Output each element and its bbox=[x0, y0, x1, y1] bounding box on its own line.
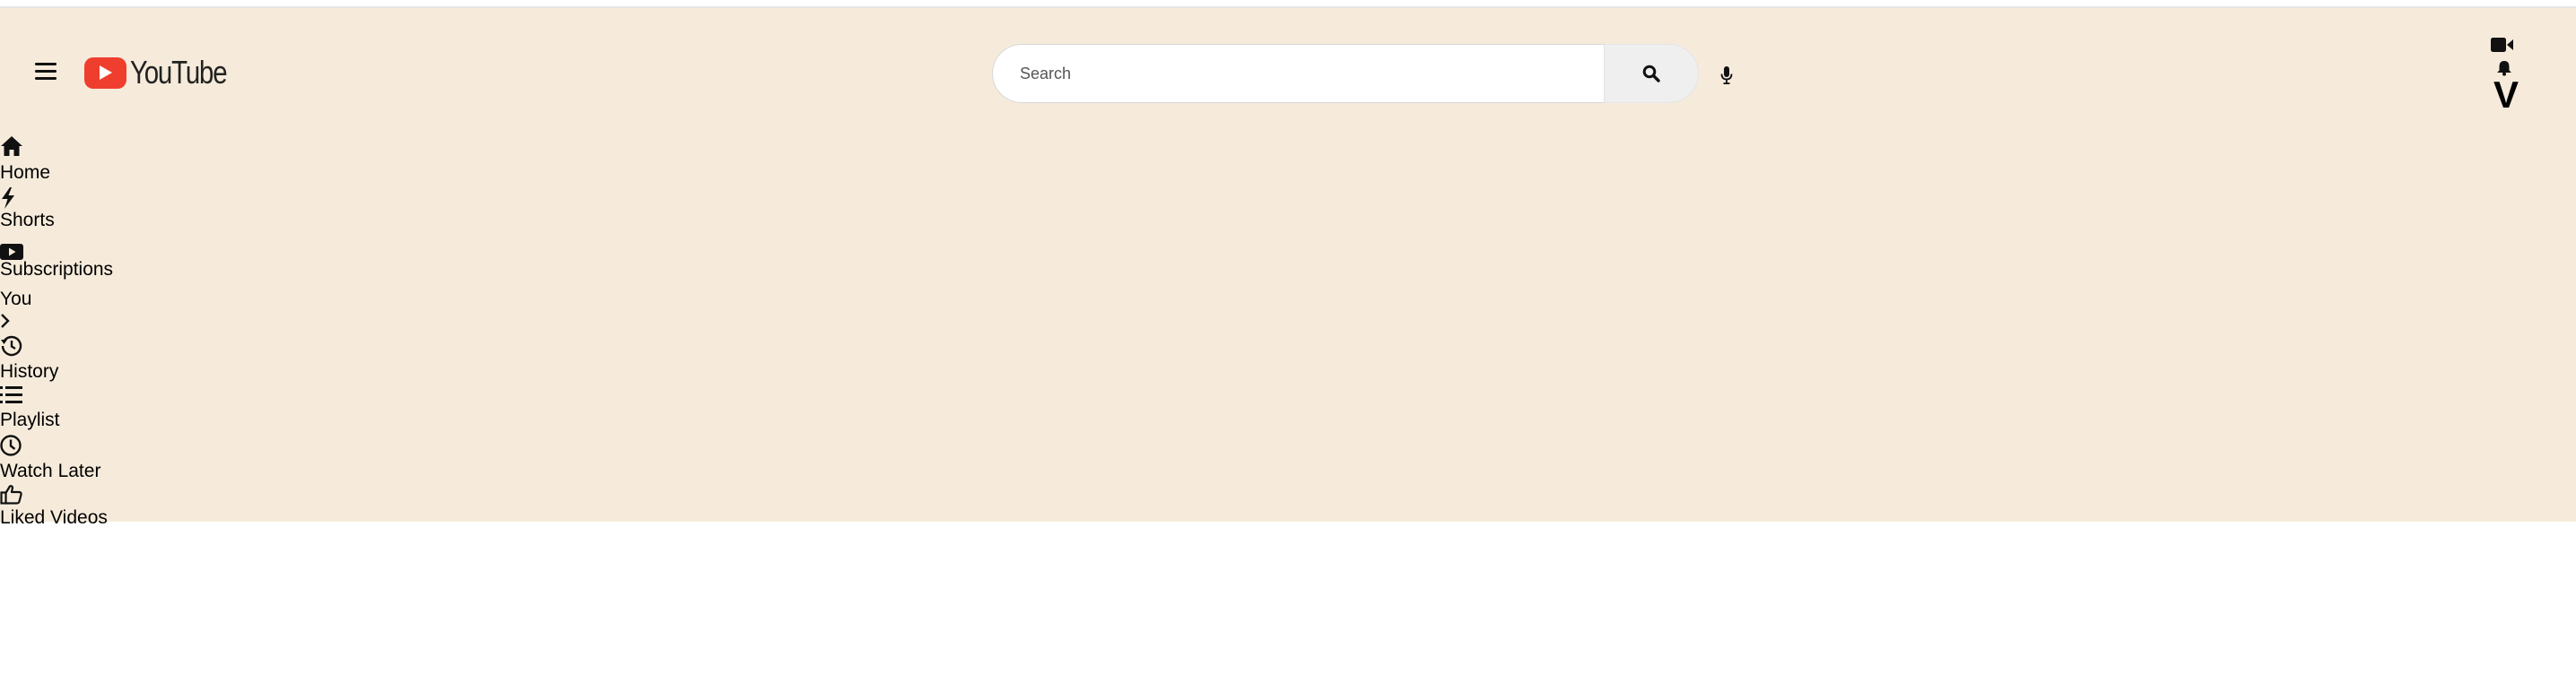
chevron-right-icon bbox=[0, 313, 11, 333]
history-icon bbox=[0, 334, 23, 362]
sidebar-item-label: Liked Videos bbox=[0, 507, 108, 528]
sidebar-item-label: History bbox=[0, 361, 59, 382]
avatar[interactable]: V bbox=[2488, 74, 2524, 116]
search-input[interactable] bbox=[992, 44, 1604, 103]
logo-text: YouTube bbox=[130, 54, 228, 91]
search-bar bbox=[992, 44, 1699, 103]
microphone-icon[interactable] bbox=[1715, 63, 1738, 88]
video-camera-icon[interactable] bbox=[2491, 37, 2514, 57]
sidebar-item-label: You bbox=[0, 289, 32, 309]
home-icon bbox=[0, 135, 23, 161]
clock-icon bbox=[0, 434, 23, 462]
youtube-play-logo-icon bbox=[84, 56, 126, 89]
search-button[interactable] bbox=[1604, 44, 1699, 103]
sidebar-item-label: Watch Later bbox=[0, 461, 101, 481]
browser-top-edge bbox=[0, 0, 2576, 8]
sidebar-item-label: Shorts bbox=[0, 210, 55, 230]
sidebar-item-label: Home bbox=[0, 162, 51, 183]
youtube-logo[interactable]: YouTube bbox=[84, 54, 248, 91]
playlist-icon bbox=[0, 385, 23, 410]
search-icon bbox=[1642, 65, 1660, 82]
hamburger-menu-icon[interactable] bbox=[33, 60, 58, 82]
app-container: YouTube Search V Home Shorts Subscriptio… bbox=[0, 8, 2576, 528]
sidebar-item-label: Playlist bbox=[0, 410, 60, 430]
sidebar-item-label: Subscriptions bbox=[0, 259, 114, 280]
